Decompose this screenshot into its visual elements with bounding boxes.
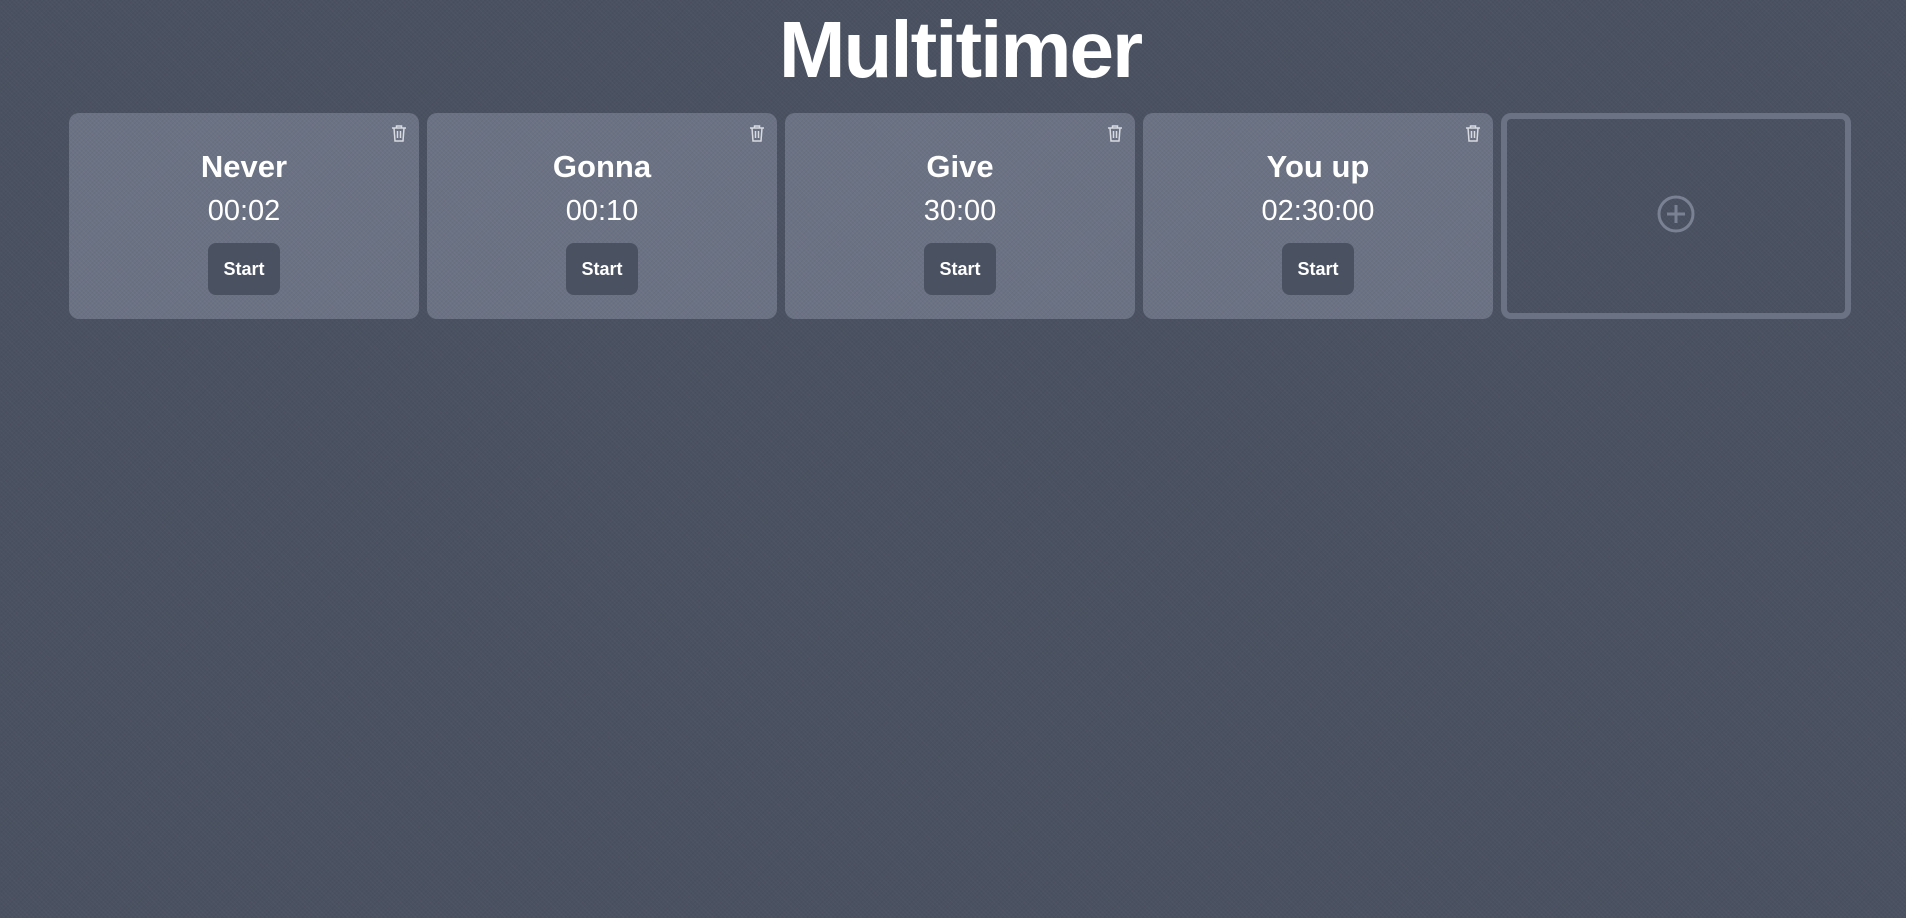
plus-circle-icon <box>1656 194 1696 239</box>
page-title: Multitimer <box>778 5 1143 94</box>
timer-name: Give <box>926 149 994 184</box>
timer-name: Gonna <box>552 149 652 184</box>
timer-time: 00:10 <box>565 195 639 227</box>
timer-time: 00:02 <box>207 195 281 227</box>
start-button[interactable]: Start <box>208 243 280 295</box>
timer-card: You up 02:30:00 Start <box>1143 113 1493 319</box>
start-button[interactable]: Start <box>924 243 996 295</box>
start-button[interactable]: Start <box>1282 243 1354 295</box>
timer-card: Give 30:00 Start <box>785 113 1135 319</box>
timer-card: Gonna 00:10 Start <box>427 113 777 319</box>
timer-time: 30:00 <box>923 195 997 227</box>
timer-time: 02:30:00 <box>1261 195 1375 227</box>
timer-card: Never 00:02 Start <box>69 113 419 319</box>
start-button[interactable]: Start <box>566 243 638 295</box>
trash-icon[interactable] <box>1463 123 1483 143</box>
timer-name: You up <box>1266 149 1370 184</box>
timer-grid: Never 00:02 Start Gonna 00:10 Start Give… <box>69 113 1851 319</box>
trash-icon[interactable] <box>747 123 767 143</box>
add-timer-button[interactable] <box>1501 113 1851 319</box>
timer-name: Never <box>200 149 288 184</box>
trash-icon[interactable] <box>1105 123 1125 143</box>
trash-icon[interactable] <box>389 123 409 143</box>
